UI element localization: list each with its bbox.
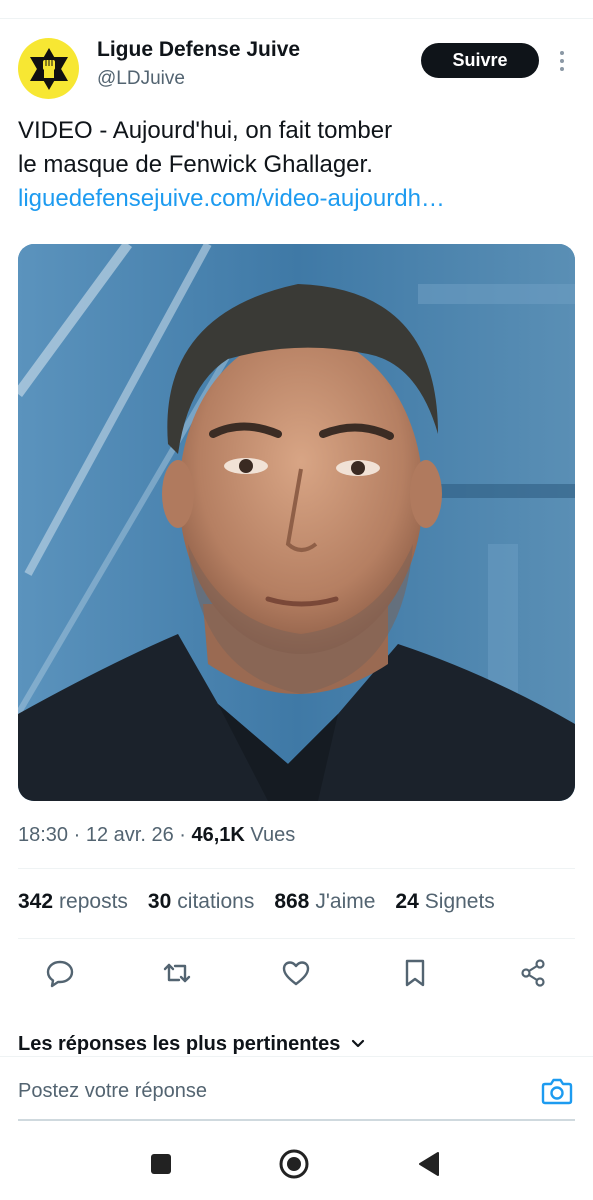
- quotes-stat[interactable]: 30 citations: [148, 890, 254, 914]
- reply-input-underline: [18, 1119, 575, 1121]
- reply-input[interactable]: Postez votre réponse: [18, 1080, 207, 1103]
- post-time: 18:30: [18, 824, 69, 846]
- chevron-down-icon: [352, 1039, 365, 1048]
- post-text-line: VIDEO - Aujourd'hui, on fait tomber: [18, 117, 393, 144]
- home-button[interactable]: [276, 1146, 312, 1182]
- engagement-stats: 342 reposts 30 citations 868 J'aime 24 Signe…: [18, 890, 495, 914]
- bookmarks-stat[interactable]: 24 Signets: [395, 890, 494, 914]
- author-handle[interactable]: @LDJuive: [97, 68, 185, 90]
- repost-icon[interactable]: [162, 958, 192, 988]
- post-text: VIDEO - Aujourd'hui, on fait tomber le m…: [18, 114, 578, 216]
- divider: [18, 868, 575, 869]
- views-label[interactable]: Vues: [250, 824, 295, 846]
- back-triangle-icon: [419, 1152, 439, 1176]
- replies-sort-label: Les réponses les plus pertinentes: [18, 1032, 341, 1055]
- square-icon: [151, 1154, 171, 1174]
- system-navigation-bar: [0, 1128, 593, 1200]
- post-date: 12 avr. 26: [85, 824, 174, 846]
- star-fist-logo-icon: [29, 47, 68, 90]
- post-link[interactable]: liguedefensejuive.com/video-aujourdh…: [18, 182, 578, 216]
- replies-sort-dropdown[interactable]: Les réponses les plus pertinentes: [18, 1031, 366, 1057]
- heart-icon[interactable]: [281, 958, 311, 988]
- post-text-line: le masque de Fenwick Ghallager.: [18, 151, 373, 178]
- reposts-stat[interactable]: 342 reposts: [18, 890, 128, 914]
- reply-icon[interactable]: [45, 958, 75, 988]
- views-count: 46,1K: [191, 824, 245, 846]
- likes-stat[interactable]: 868 J'aime: [274, 890, 375, 914]
- portrait-photo: [18, 244, 575, 801]
- camera-icon[interactable]: [541, 1076, 573, 1106]
- avatar[interactable]: [18, 38, 79, 99]
- post-image[interactable]: [18, 244, 575, 801]
- action-bar: [0, 952, 593, 992]
- follow-button[interactable]: Suivre: [421, 43, 539, 78]
- recents-button[interactable]: [143, 1146, 179, 1182]
- reply-bar-divider: [0, 1056, 593, 1057]
- share-icon[interactable]: [518, 958, 548, 988]
- post-metadata: 18:30 · 12 avr. 26 · 46,1K Vues: [18, 824, 296, 846]
- author-name[interactable]: Ligue Defense Juive: [97, 38, 300, 62]
- top-divider: [0, 18, 593, 19]
- bookmark-icon[interactable]: [400, 958, 430, 988]
- back-button[interactable]: [411, 1146, 447, 1182]
- more-vertical-icon[interactable]: [553, 48, 571, 74]
- circle-icon: [279, 1149, 309, 1179]
- divider: [18, 938, 575, 939]
